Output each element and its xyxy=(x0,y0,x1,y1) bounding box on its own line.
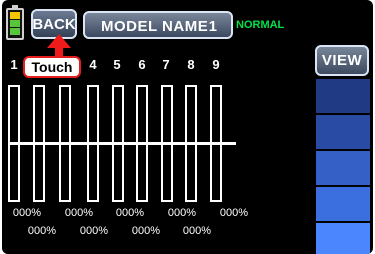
channel-number: 9 xyxy=(212,57,220,72)
flight-mode-label: NORMAL xyxy=(236,19,285,31)
model-number: 1 xyxy=(208,18,217,35)
channel-number: 7 xyxy=(162,57,170,72)
model-name-label: MODEL NAME xyxy=(101,18,209,35)
channel-output-value: 000% xyxy=(79,225,109,237)
channel-output-value: 000% xyxy=(219,207,249,219)
touch-callout: Touch xyxy=(23,56,81,78)
channel-output-value: 000% xyxy=(167,207,197,219)
side-panel-block[interactable] xyxy=(316,115,370,149)
channel-number: 8 xyxy=(187,57,195,72)
side-panel-block[interactable] xyxy=(316,79,370,113)
bar-center-line xyxy=(10,142,236,145)
side-panel-block[interactable] xyxy=(316,223,370,254)
channel-number: 5 xyxy=(113,57,121,72)
channel-output-value: 000% xyxy=(27,225,57,237)
view-button[interactable]: VIEW xyxy=(315,45,369,76)
channel-output-value: 000% xyxy=(12,207,42,219)
up-arrow-icon xyxy=(47,34,71,48)
model-name-button[interactable]: MODEL NAME 1 xyxy=(83,11,233,39)
channel-output-value: 000% xyxy=(182,225,212,237)
battery-icon xyxy=(6,5,24,40)
channel-output-value: 000% xyxy=(64,207,94,219)
radio-screen: BACK MODEL NAME 1 NORMAL 1 2 3 4 5 6 7 8… xyxy=(2,0,373,254)
side-panel-block[interactable] xyxy=(316,187,370,221)
battery-cell xyxy=(10,28,20,35)
battery-cell xyxy=(10,20,20,27)
channel-output-value: 000% xyxy=(131,225,161,237)
channel-number: 4 xyxy=(89,57,97,72)
channel-number: 6 xyxy=(138,57,146,72)
channel-output-value: 000% xyxy=(115,207,145,219)
channel-number: 1 xyxy=(10,57,18,72)
side-panel-block[interactable] xyxy=(316,151,370,185)
battery-cell xyxy=(10,12,20,19)
